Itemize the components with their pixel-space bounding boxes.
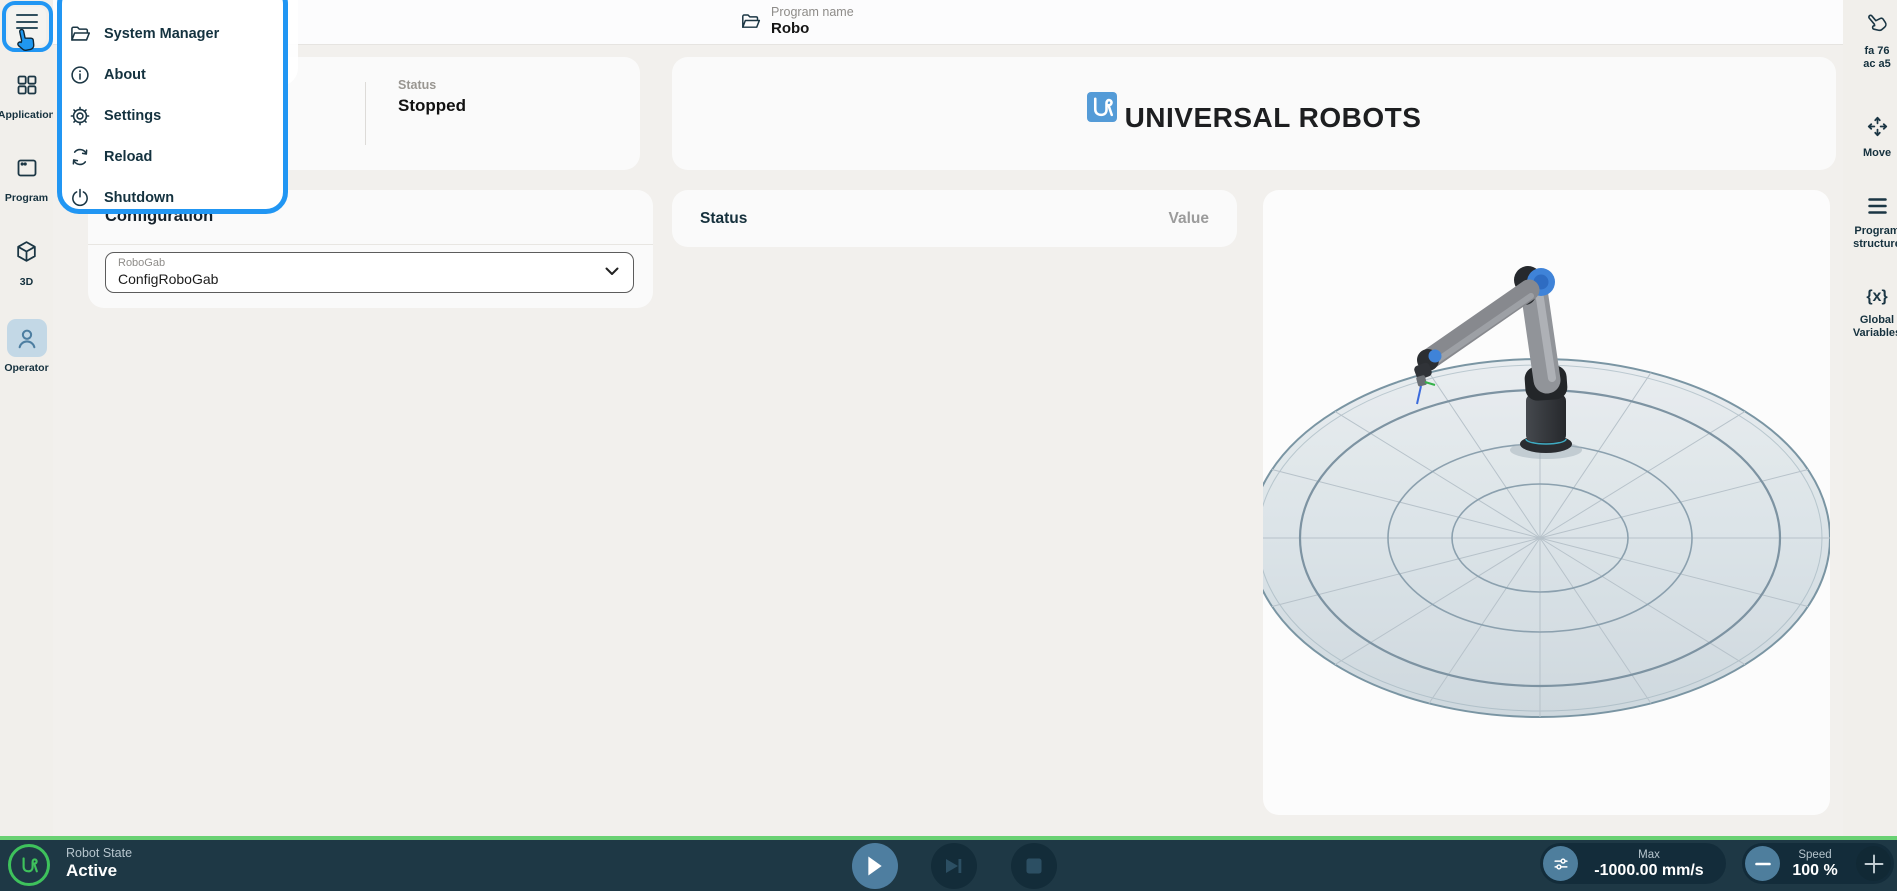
sidebar-item-label: Application <box>0 109 53 121</box>
speed-label: Speed <box>1780 849 1850 862</box>
hand-point-icon <box>1843 10 1897 36</box>
robot-3d-scene <box>1263 190 1830 815</box>
config-dropdown-value: ConfigRoboGab <box>118 271 218 287</box>
window-icon <box>15 156 39 180</box>
sliders-icon <box>1551 854 1571 874</box>
sidebar-item-label-line: Program <box>1843 225 1897 238</box>
info-icon <box>69 64 91 86</box>
menu-item-shutdown[interactable]: Shutdown <box>62 177 283 214</box>
selected-item-highlight <box>7 319 47 357</box>
folder-icon <box>740 11 761 38</box>
move-icon <box>1843 114 1897 139</box>
divider <box>88 244 653 245</box>
bottom-control-bar: Robot State Active Max -1000.00 mm/ <box>0 840 1897 891</box>
divider <box>365 82 366 145</box>
config-dropdown[interactable]: RoboGab ConfigRoboGab <box>105 252 634 293</box>
sidebar-item-move[interactable]: Move <box>1843 114 1897 160</box>
menu-item-about[interactable]: About <box>62 54 283 95</box>
left-sidebar: Application Program 3D <box>0 0 53 836</box>
speed-control[interactable]: Speed 100 % <box>1742 843 1894 884</box>
sidebar-item-label-line: fa 76 <box>1843 45 1897 58</box>
top-bar: Program name Robo <box>53 0 1843 45</box>
max-label: Max <box>1578 849 1720 862</box>
status-value: Stopped <box>398 96 466 116</box>
max-value: -1000.00 mm/s <box>1578 862 1720 879</box>
column-value: Value <box>1169 210 1210 228</box>
gear-icon <box>69 105 91 127</box>
sidebar-item-label-line: Global <box>1843 314 1897 327</box>
sidebar-item-label: Operator <box>0 362 53 374</box>
power-icon <box>69 187 91 209</box>
status-value-header: Status Value <box>672 190 1237 247</box>
robot-state-block[interactable]: Robot State Active <box>66 846 132 881</box>
max-speed-control[interactable]: Max -1000.00 mm/s <box>1540 843 1726 884</box>
cursor-hand-icon <box>8 23 42 58</box>
sidebar-item-3d[interactable]: 3D <box>0 239 53 269</box>
chevron-down-icon <box>605 267 619 276</box>
grid-icon <box>15 73 39 97</box>
sidebar-item-label: 3D <box>0 276 53 288</box>
sidebar-item-label-line: Variables <box>1843 327 1897 340</box>
menu-item-label: About <box>104 67 146 83</box>
reload-icon <box>69 146 91 168</box>
menu-item-reload[interactable]: Reload <box>62 136 283 177</box>
speed-increase-button[interactable] <box>1856 846 1891 881</box>
sidebar-item-label-line: Move <box>1843 147 1897 160</box>
person-icon <box>14 325 40 351</box>
stop-button[interactable] <box>1011 843 1057 889</box>
brand-card: UNIVERSAL ROBOTS <box>672 57 1836 170</box>
robot-state-value: Active <box>66 861 132 881</box>
sidebar-item-global-variables[interactable]: {x} Global Variables <box>1843 288 1897 340</box>
minus-icon <box>1754 855 1772 873</box>
menu-item-label: Reload <box>104 149 152 165</box>
menu-item-system-manager[interactable]: System Manager <box>62 13 283 54</box>
stop-icon <box>1026 858 1042 874</box>
program-name-value: Robo <box>771 20 854 38</box>
speed-value: 100 % <box>1780 862 1850 879</box>
list-icon <box>1843 196 1897 216</box>
menu-item-settings[interactable]: Settings <box>62 95 283 136</box>
skip-to-next-button[interactable] <box>931 843 977 889</box>
robot-3d-viewport[interactable] <box>1263 190 1830 815</box>
ur-logo-icon <box>1087 92 1117 122</box>
cube-icon <box>14 239 39 264</box>
right-sidebar: fa 76 ac a5 Move Program structure {x} G… <box>1843 0 1897 836</box>
menu-item-label: Shutdown <box>104 190 174 206</box>
menu-item-label: Settings <box>104 108 161 124</box>
play-button[interactable] <box>852 843 898 889</box>
speed-decrease-button[interactable] <box>1745 846 1780 881</box>
plus-icon <box>1864 854 1884 874</box>
variables-icon: {x} <box>1843 288 1897 306</box>
sidebar-item-label-line: structure <box>1843 238 1897 251</box>
robot-state-label: Robot State <box>66 846 132 861</box>
sidebar-item-application[interactable]: Application <box>0 73 53 102</box>
sidebar-item-hand-guide[interactable]: fa 76 ac a5 <box>1843 10 1897 71</box>
main-menu-popup: System Manager About Settings <box>57 0 288 214</box>
sidebar-item-label: Program <box>0 192 53 204</box>
folder-open-icon <box>69 23 91 45</box>
column-status: Status <box>700 210 747 228</box>
play-icon <box>866 856 884 876</box>
ur-robot-icon <box>8 844 50 886</box>
config-dropdown-label: RoboGab <box>118 257 165 269</box>
program-name-block: Program name Robo <box>740 4 854 38</box>
speed-settings-button[interactable] <box>1543 846 1578 881</box>
sidebar-item-label-line: ac a5 <box>1843 58 1897 71</box>
menu-item-label: System Manager <box>104 26 219 42</box>
sidebar-item-program-structure[interactable]: Program structure <box>1843 196 1897 251</box>
program-name-label: Program name <box>771 4 854 20</box>
skip-icon <box>944 857 964 875</box>
brand-wordmark: UNIVERSAL ROBOTS <box>1125 102 1422 134</box>
status-label: Status <box>398 78 466 92</box>
sidebar-item-program[interactable]: Program <box>0 156 53 185</box>
